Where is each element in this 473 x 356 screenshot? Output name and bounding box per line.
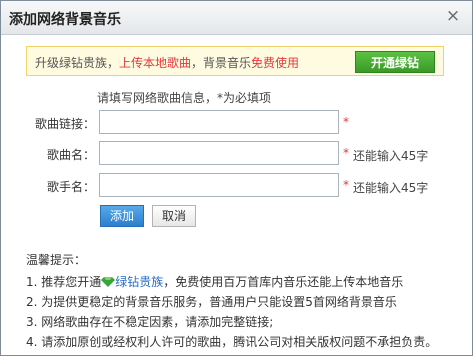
- tip-line-4: 4. 请添加原创或经权利人许可的歌曲，腾讯公司对相关版权问题不承担负责。: [26, 335, 438, 349]
- song-name-label: 歌曲名：: [46, 148, 95, 162]
- tip-1-suffix: ，免费使用百万首库内音乐还能上传本地音乐: [163, 275, 404, 289]
- dialog-title: 添加网络背景音乐: [9, 12, 121, 28]
- song-name-remaining: 还能输入45字: [353, 149, 429, 163]
- promo-upload-highlight: 上传本地歌曲: [119, 56, 192, 70]
- dialog-titlebar: 添加网络背景音乐 ×: [1, 1, 472, 35]
- song-name-input[interactable]: [99, 141, 339, 165]
- promo-middle: ，背景音乐: [191, 56, 252, 70]
- required-mark: *: [343, 146, 349, 160]
- tips-section: 温馨提示： 1. 推荐您开通 绿钻贵族，免费使用百万首库内音乐还能上传本地音乐 2…: [26, 251, 437, 353]
- green-diamond-icon: [101, 277, 116, 287]
- promo-banner: 升级绿钻贵族，上传本地歌曲，背景音乐免费使用 开通绿钻: [26, 46, 444, 76]
- promo-text: 升级绿钻贵族，上传本地歌曲，背景音乐免费使用: [35, 54, 299, 71]
- tip-line-3: 3. 网络歌曲存在不稳定因素，请添加完整链接;: [26, 315, 274, 329]
- close-icon[interactable]: ×: [444, 7, 462, 25]
- singer-name-input[interactable]: [99, 173, 339, 197]
- tip-line-2: 2. 为提供更稳定的背景音乐服务，普通用户只能设置5首网络背景音乐: [26, 295, 397, 309]
- tips-title: 温馨提示：: [26, 253, 87, 267]
- singer-name-label: 歌手名：: [46, 180, 95, 194]
- song-link-input[interactable]: [99, 110, 339, 134]
- form-hint: 请填写网络歌曲信息，*为必填项: [97, 91, 272, 105]
- promo-free-highlight: 免费使用: [251, 56, 300, 70]
- tip-1-prefix: 1. 推荐您开通: [26, 275, 102, 289]
- required-mark: *: [343, 178, 349, 192]
- song-link-label: 歌曲链接：: [34, 117, 95, 131]
- required-mark: *: [343, 115, 349, 129]
- add-music-dialog: 添加网络背景音乐 × 升级绿钻贵族，上传本地歌曲，背景音乐免费使用 开通绿钻 请…: [0, 0, 473, 356]
- open-green-diamond-button[interactable]: 开通绿钻: [355, 51, 435, 73]
- promo-prefix: 升级绿钻贵族，: [35, 56, 120, 70]
- green-diamond-link[interactable]: 绿钻贵族: [115, 275, 163, 289]
- singer-name-remaining: 还能输入45字: [353, 181, 429, 195]
- tip-line-1: 1. 推荐您开通 绿钻贵族，免费使用百万首库内音乐还能上传本地音乐: [26, 273, 437, 289]
- cancel-button[interactable]: 取消: [152, 205, 196, 227]
- add-button[interactable]: 添加: [100, 205, 144, 227]
